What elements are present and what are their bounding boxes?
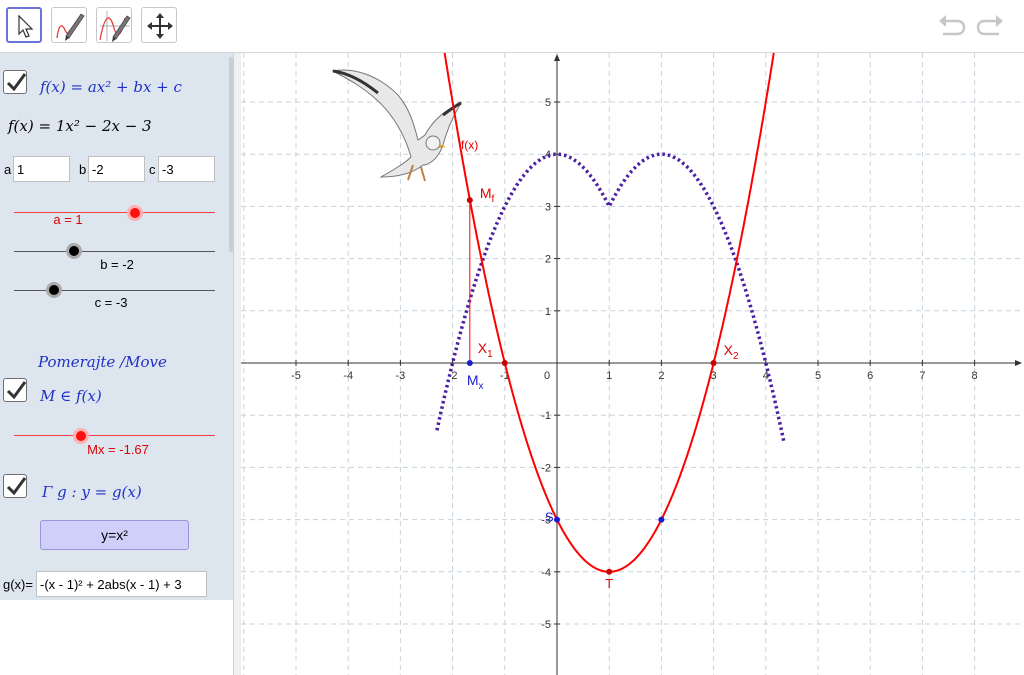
x-tick-label: 7	[919, 370, 925, 382]
y-tick-label: -5	[541, 619, 551, 631]
x-tick-label: 0	[544, 370, 550, 382]
checkmark-icon	[6, 381, 27, 400]
b-input[interactable]	[88, 156, 145, 182]
b-input-label: b	[79, 162, 87, 177]
mx-slider-label: Mx = -1.67	[87, 442, 149, 457]
y-axis-arrow	[554, 54, 560, 61]
gamma-definition: Γ g : y = g(x)	[42, 483, 142, 501]
f-curve[interactable]	[437, 53, 784, 573]
b-slider-track[interactable]	[14, 251, 215, 252]
panel-divider[interactable]	[233, 53, 241, 675]
x-tick-label: 2	[658, 370, 664, 382]
toolbar	[0, 0, 1024, 53]
checkmark-icon	[6, 477, 27, 496]
redo-icon[interactable]	[975, 12, 1005, 40]
y-tick-label: 5	[545, 97, 551, 109]
tick-labels: -5 -4 -3 -2 -1 0 1 2 3 4 5 6 7 854321-1-2-3-4-5	[291, 97, 978, 631]
x-tick-label: -3	[396, 370, 406, 382]
point-mx[interactable]: Mx	[466, 360, 484, 392]
axes	[241, 54, 1022, 675]
c-input[interactable]	[158, 156, 215, 182]
c-slider-label: c = -3	[94, 295, 128, 310]
x-tick-label: -4	[343, 370, 353, 382]
point-mf-name: M	[480, 185, 492, 201]
y-equals-x-squared-button[interactable]: y=x²	[40, 520, 189, 550]
x-tick-label: 5	[815, 370, 821, 382]
y-tick-label: -2	[541, 462, 551, 474]
algebra-panel-empty	[0, 600, 233, 675]
a-slider-handle[interactable]	[126, 205, 143, 221]
point-x1-sub: 1	[487, 349, 493, 360]
svg-text:X2: X2	[724, 342, 739, 362]
a-input[interactable]	[13, 156, 70, 182]
c-slider-track[interactable]	[14, 290, 215, 291]
a-slider-label: a = 1	[53, 212, 83, 227]
point-t-label: T	[605, 576, 613, 591]
point-t[interactable]: T	[605, 568, 613, 591]
pen-tool-button[interactable]	[51, 7, 87, 43]
x-axis-arrow	[1015, 360, 1022, 366]
point-s[interactable]: S	[545, 510, 560, 525]
gamma-visibility-checkbox[interactable]	[3, 474, 27, 498]
cursor-arrow-icon	[18, 14, 34, 38]
algebra-panel	[0, 53, 233, 600]
function-inspector-tool-button[interactable]	[96, 7, 132, 43]
move-arrows-icon	[147, 13, 173, 39]
g-input[interactable]	[36, 571, 207, 597]
seagull-image	[331, 69, 463, 182]
x-tick-label: 6	[867, 370, 873, 382]
f-visibility-checkbox[interactable]	[3, 70, 27, 94]
g-input-label: g(x)=	[3, 577, 33, 592]
b-slider-label: b = -2	[100, 257, 134, 272]
y-tick-label: 3	[545, 201, 551, 213]
point-p[interactable]	[658, 516, 665, 523]
a-input-label: a	[4, 162, 12, 177]
y-tick-label: -4	[541, 567, 551, 579]
y-tick-label: -1	[541, 410, 551, 422]
checkmark-icon	[6, 73, 27, 92]
x-tick-label: 8	[972, 370, 978, 382]
graphics-view[interactable]: -5 -4 -3 -2 -1 0 1 2 3 4 5 6 7 854321-1-2-3-4-5 f(x) …	[241, 53, 1024, 675]
point-mx-sub: x	[478, 381, 483, 392]
f-definition: f(x) = ax² + bx + c	[40, 78, 182, 96]
x-tick-label: 1	[606, 370, 612, 382]
mx-slider-track[interactable]	[14, 435, 215, 436]
move-caption: Pomerajte /Move	[38, 353, 167, 371]
c-input-label: c	[149, 162, 156, 177]
point-mx-name: M	[467, 372, 479, 388]
point-s-label: S	[545, 510, 554, 525]
a-slider-track[interactable]	[14, 212, 215, 213]
m-visibility-checkbox[interactable]	[3, 378, 27, 402]
point-mf-sub: f	[491, 194, 494, 205]
y-tick-label: 2	[545, 254, 551, 266]
point-mf[interactable]: Mf	[466, 185, 495, 205]
function-pen-icon	[99, 11, 131, 42]
svg-text:Mx: Mx	[467, 372, 484, 392]
grid	[241, 53, 1024, 675]
svg-text:Mf: Mf	[480, 185, 495, 205]
f-curve-label: f(x)	[461, 138, 478, 152]
y-tick-label: 1	[545, 306, 551, 318]
move-graphics-view-tool-button[interactable]	[141, 7, 177, 43]
x-tick-label: -5	[291, 370, 301, 382]
pen-icon	[56, 13, 85, 41]
svg-text:X1: X1	[478, 340, 493, 360]
undo-icon[interactable]	[937, 12, 967, 40]
m-condition: M ∈ f(x)	[40, 387, 102, 405]
move-tool-button[interactable]	[6, 7, 42, 43]
f-current-formula: f(x) = 1x² − 2x − 3	[8, 117, 152, 135]
point-x2-sub: 2	[733, 351, 739, 362]
